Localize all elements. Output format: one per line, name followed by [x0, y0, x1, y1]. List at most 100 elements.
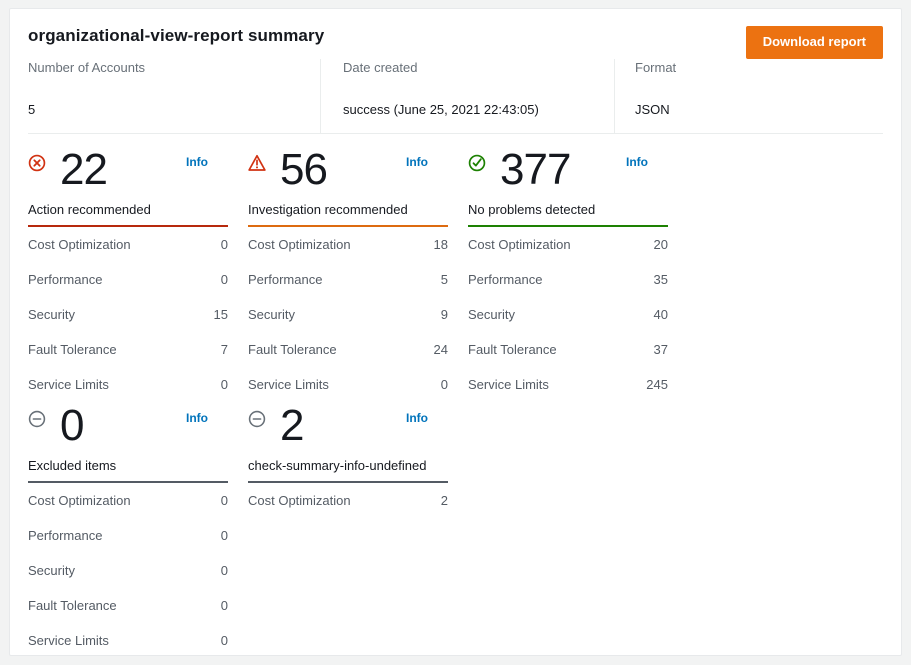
- page-background: organizational-view-report summary Downl…: [0, 0, 911, 665]
- category-value: 40: [654, 306, 668, 324]
- metadata-format: Format JSON: [614, 59, 883, 133]
- summary-column-title: No problems detected: [468, 200, 668, 225]
- category-value: 15: [214, 306, 228, 324]
- category-row: Performance 0: [28, 262, 228, 297]
- category-value: 18: [434, 236, 448, 254]
- category-row: Fault Tolerance7: [28, 332, 228, 367]
- warning-triangle-icon: [248, 154, 266, 172]
- summary-column-title: check-summary-info-undefined: [248, 456, 448, 481]
- info-link[interactable]: Info: [406, 154, 428, 170]
- info-link[interactable]: Info: [186, 154, 208, 170]
- category-value: 2: [441, 492, 448, 510]
- category-label: Service Limits: [468, 376, 549, 394]
- category-row: Security 15: [28, 297, 228, 332]
- category-label: Service Limits: [28, 376, 109, 394]
- category-value: 0: [221, 376, 228, 394]
- category-value: 24: [434, 341, 448, 359]
- category-value: 9: [441, 306, 448, 324]
- category-row: Fault Tolerance 37: [468, 332, 668, 367]
- category-row: Fault Tolerance 0: [28, 588, 228, 623]
- category-label: Fault Tolerance: [468, 341, 557, 359]
- category-row: Security 40: [468, 297, 668, 332]
- category-value: 20: [654, 236, 668, 254]
- category-row: Cost Optimization 20: [468, 227, 668, 262]
- summary-count: 56: [280, 142, 327, 198]
- metadata-label: Format: [635, 59, 883, 77]
- category-label: Security: [248, 306, 295, 324]
- metadata-value: JSON: [635, 101, 883, 119]
- category-value: 37: [654, 341, 668, 359]
- summary-count: 22: [60, 142, 107, 198]
- summary-column: 56InfoInvestigation recommendedCost Opti…: [248, 148, 468, 402]
- metadata-date-created: Date created success (June 25, 2021 22:4…: [320, 59, 614, 133]
- category-label: Security: [468, 306, 515, 324]
- category-label: Fault Tolerance: [28, 341, 117, 359]
- info-link[interactable]: Info: [186, 410, 208, 426]
- metadata-label: Date created: [343, 59, 614, 77]
- metadata-value: 5: [28, 101, 320, 119]
- category-row: Service Limits 0: [28, 367, 228, 402]
- category-row: Cost Optimization 2: [248, 483, 448, 518]
- category-row: Service Limits 0: [248, 367, 448, 402]
- metadata-number-of-accounts: Number of Accounts 5: [28, 59, 320, 133]
- category-label: Performance: [28, 527, 102, 545]
- category-label: Performance: [28, 271, 102, 289]
- summary-column: 2Infocheck-summary-info-undefinedCost Op…: [248, 404, 468, 656]
- summary-column-title: Investigation recommended: [248, 200, 448, 225]
- category-value: 0: [221, 632, 228, 650]
- summary-column-header: 377Info: [468, 148, 668, 200]
- category-list: Cost Optimization 18 Performance 5 Security 9…: [248, 227, 448, 402]
- category-label: Fault Tolerance: [28, 597, 117, 615]
- summary-column: 0InfoExcluded itemsCost Optimization0Per…: [28, 404, 248, 656]
- category-row: Performance 5: [248, 262, 448, 297]
- summary-count: 377: [500, 142, 570, 198]
- report-metadata-row: Number of Accounts 5 Date created succes…: [28, 59, 883, 134]
- summary-column: 377InfoNo problems detectedCost Optimiza…: [468, 148, 688, 402]
- category-label: Cost Optimization: [248, 492, 351, 510]
- category-value: 245: [646, 376, 668, 394]
- category-label: Fault Tolerance: [248, 341, 337, 359]
- metadata-label: Number of Accounts: [28, 59, 320, 77]
- category-row: Cost Optimization 18: [248, 227, 448, 262]
- error-circle-icon: [28, 154, 46, 172]
- category-value: 0: [221, 597, 228, 615]
- card-header: organizational-view-report summary Downl…: [10, 9, 901, 134]
- category-row: Performance 35: [468, 262, 668, 297]
- success-check-circle-icon: [468, 154, 486, 172]
- summary-column-header: 56Info: [248, 148, 448, 200]
- category-value: 0: [221, 236, 228, 254]
- category-label: Security: [28, 306, 75, 324]
- minus-circle-icon: [28, 410, 46, 428]
- category-value: 5: [441, 271, 448, 289]
- category-label: Cost Optimization: [468, 236, 571, 254]
- category-row: Cost Optimization 0: [28, 227, 228, 262]
- category-row: Security 0: [28, 553, 228, 588]
- category-row: Fault Tolerance 24: [248, 332, 448, 367]
- category-value: 0: [441, 376, 448, 394]
- category-label: Cost Optimization: [28, 236, 131, 254]
- category-value: 0: [221, 271, 228, 289]
- category-value: 35: [654, 271, 668, 289]
- report-summary-card: organizational-view-report summary Downl…: [9, 8, 902, 656]
- download-report-button[interactable]: Download report: [746, 26, 883, 59]
- info-link[interactable]: Info: [406, 410, 428, 426]
- category-list: Cost Optimization 0 Performance 0 Security 15…: [28, 227, 228, 402]
- category-label: Security: [28, 562, 75, 580]
- summary-column-header: 22Info: [28, 148, 228, 200]
- info-link[interactable]: Info: [626, 154, 648, 170]
- summary-column-title: Action recommended: [28, 200, 228, 225]
- category-label: Service Limits: [248, 376, 329, 394]
- category-label: Cost Optimization: [248, 236, 351, 254]
- category-row: Performance0: [28, 518, 228, 553]
- category-row: Security 9: [248, 297, 448, 332]
- category-label: Performance: [468, 271, 542, 289]
- category-row: Service Limits 245: [468, 367, 668, 402]
- summary-column-header: 2Info: [248, 404, 448, 456]
- category-label: Performance: [248, 271, 322, 289]
- minus-circle-icon: [248, 410, 266, 428]
- summary-column-header: 0Info: [28, 404, 228, 456]
- category-row: Service Limits0: [28, 623, 228, 656]
- category-value: 0: [221, 562, 228, 580]
- category-list: Cost Optimization 20 Performance 35 Security…: [468, 227, 668, 402]
- category-label: Cost Optimization: [28, 492, 131, 510]
